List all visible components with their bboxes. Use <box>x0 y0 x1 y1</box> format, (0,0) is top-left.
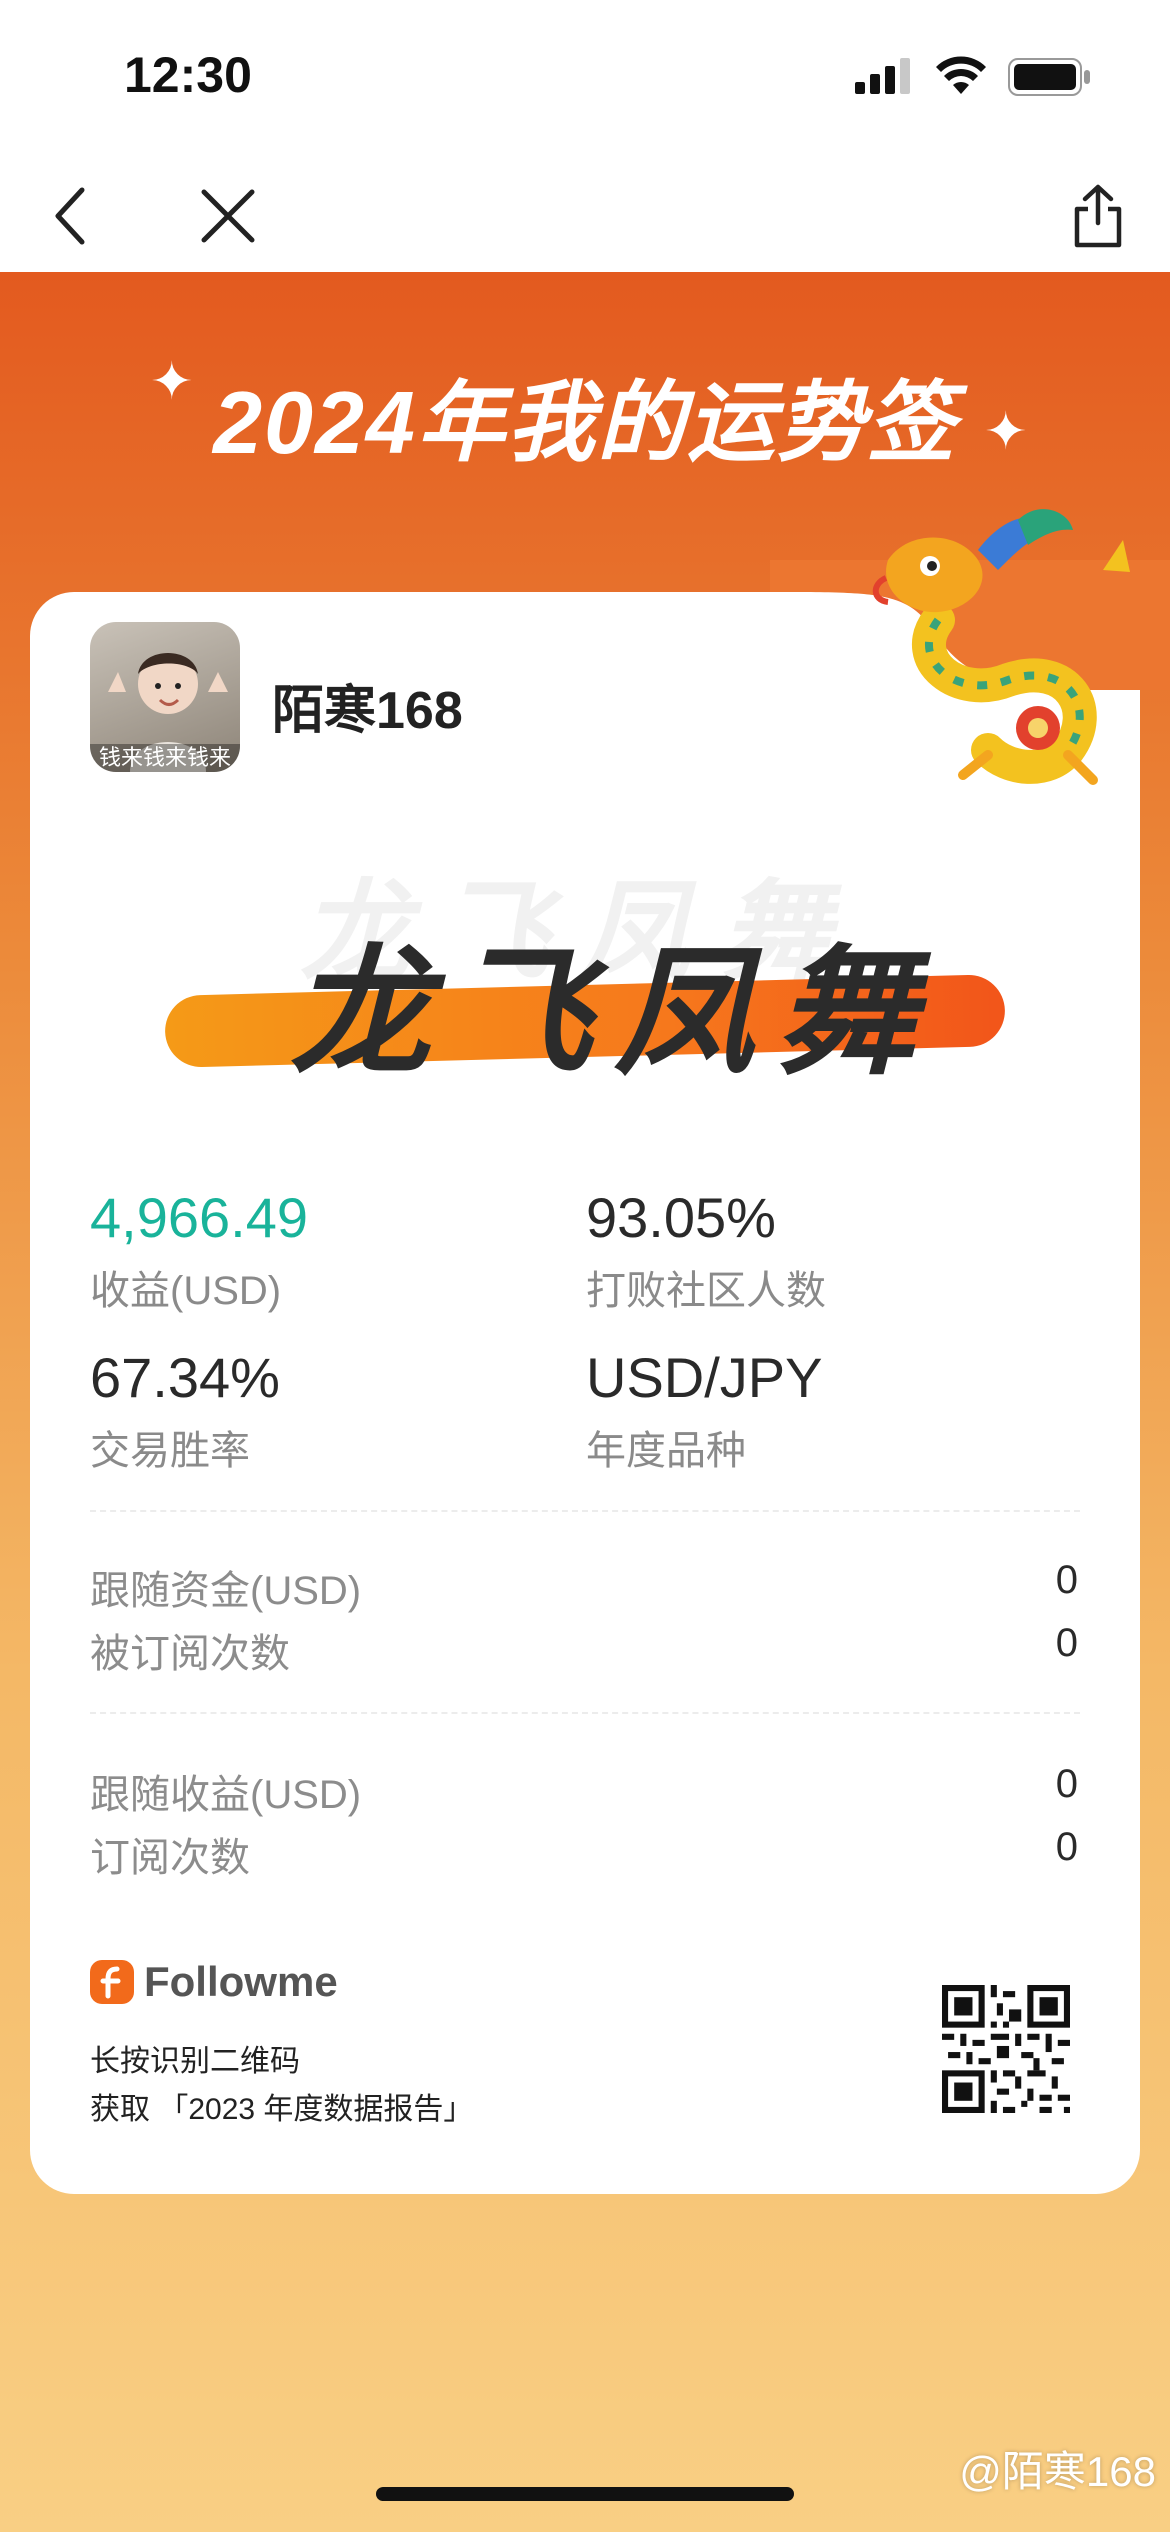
row-value-follow-funds: 0 <box>1055 1558 1078 1602</box>
avatar[interactable]: 钱来钱来钱来 <box>90 622 240 772</box>
close-icon <box>201 189 255 243</box>
page-title: 2024年我的运势签 <box>213 373 957 472</box>
brand: Followme <box>90 1958 338 2006</box>
stat-value-profit: 4,966.49 <box>90 1186 308 1249</box>
share-button[interactable] <box>1058 176 1138 256</box>
nav-bar <box>0 150 1170 272</box>
dragon-illustration <box>872 509 1130 785</box>
footer-line-1: 长按识别二维码 <box>90 2045 300 2078</box>
stat-value-winrate: 67.34% <box>90 1346 280 1409</box>
row-value-subscribed-count: 0 <box>1055 1621 1078 1665</box>
divider <box>90 1510 1080 1512</box>
watermark: @陌寒168 <box>959 2448 1156 2495</box>
stat-value-symbol: USD/JPY <box>586 1346 823 1409</box>
back-button[interactable] <box>30 176 110 256</box>
status-bar: 12:30 <box>0 0 1170 150</box>
row-label-subscription-count: 订阅次数 <box>90 1836 250 1880</box>
brand-name: Followme <box>144 1958 338 2005</box>
footer-line-2: 获取 「2023 年度数据报告」 <box>90 2093 474 2126</box>
row-label-follow-profit: 跟随收益(USD) <box>90 1773 362 1817</box>
stat-label-percentile: 打败社区人数 <box>586 1269 826 1313</box>
stat-label-profit: 收益(USD) <box>90 1269 282 1313</box>
username: 陌寒168 <box>272 682 463 740</box>
row-value-follow-profit: 0 <box>1055 1762 1078 1806</box>
qr-code[interactable] <box>942 1985 1070 2113</box>
battery-icon <box>1008 58 1090 96</box>
share-icon <box>1074 184 1122 248</box>
status-time: 12:30 <box>124 47 252 103</box>
stat-label-symbol: 年度品种 <box>586 1429 746 1473</box>
row-label-subscribed-count: 被订阅次数 <box>90 1632 290 1676</box>
fortune-text: 龙飞凤舞 <box>290 934 939 1091</box>
divider <box>90 1712 1080 1714</box>
followme-logo-icon <box>90 1960 134 2004</box>
row-label-follow-funds: 跟随资金(USD) <box>90 1569 362 1613</box>
back-icon <box>55 187 85 245</box>
row-value-subscription-count: 0 <box>1055 1825 1078 1869</box>
stat-value-percentile: 93.05% <box>586 1186 776 1249</box>
signal-icon <box>855 58 910 94</box>
stat-label-winrate: 交易胜率 <box>90 1429 250 1473</box>
close-button[interactable] <box>188 176 268 256</box>
wifi-icon <box>936 56 986 94</box>
home-indicator[interactable] <box>376 2487 794 2501</box>
avatar-caption: 钱来钱来钱来 <box>90 744 240 772</box>
